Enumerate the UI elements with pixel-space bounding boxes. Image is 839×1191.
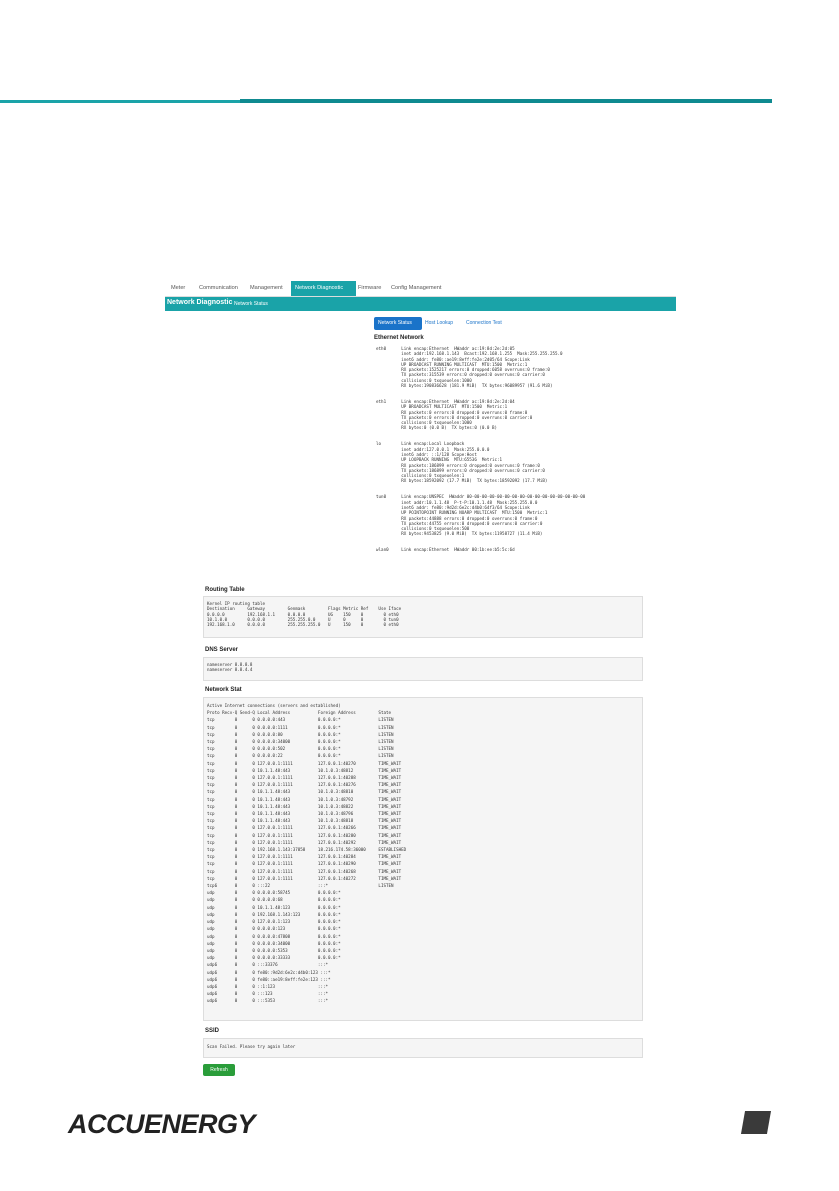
page-number-block — [740, 1111, 772, 1134]
tab-meter[interactable]: Meter — [167, 281, 189, 296]
dns-server-output: nameserver 8.8.8.8 nameserver 8.8.4.4 — [203, 657, 643, 681]
page-subtitle: Network Status — [234, 300, 268, 307]
routing-table-text: Kernel IP routing table Destination Gate… — [207, 601, 402, 628]
page-banner: Network Diagnostic Network Status — [165, 297, 676, 311]
ssid-text: Scan Failed. Please try again later — [207, 1044, 296, 1049]
header-rule-accent — [240, 99, 772, 103]
main-nav-tabs: Meter Communication Management Network D… — [165, 281, 676, 297]
routing-table-output: Kernel IP routing table Destination Gate… — [203, 596, 643, 638]
ethernet-network-output: eth0 Link encap:Ethernet HWaddr ac:19:8d… — [374, 343, 639, 579]
tab-communication[interactable]: Communication — [195, 281, 242, 296]
tab-network-diagnostic[interactable]: Network Diagnostic — [291, 281, 356, 296]
network-stat-heading: Network Stat — [205, 687, 242, 693]
tab-firmware[interactable]: Firmware — [354, 281, 385, 296]
dns-server-heading: DNS Server — [205, 647, 239, 653]
subtab-connection-test[interactable]: Connection Test — [462, 317, 506, 330]
routing-table-heading: Routing Table — [205, 587, 245, 593]
screenshot-frame: Meter Communication Management Network D… — [165, 281, 676, 1077]
network-stat-output: Active Internet connections (servers and… — [203, 697, 643, 1021]
ethernet-network-heading: Ethernet Network — [374, 335, 424, 341]
refresh-button[interactable]: Refresh — [203, 1064, 235, 1076]
subtab-network-status[interactable]: Network Status — [374, 317, 422, 330]
ethernet-network-text: eth0 Link encap:Ethernet HWaddr ac:19:8d… — [376, 346, 586, 553]
accuenergy-logo: ACCUENERGY — [68, 1109, 256, 1139]
ssid-output: Scan Failed. Please try again later — [203, 1038, 643, 1058]
ssid-heading: SSID — [205, 1028, 220, 1034]
tab-config-management[interactable]: Config Management — [387, 281, 445, 296]
tab-management[interactable]: Management — [246, 281, 287, 296]
page-title: Network Diagnostic — [167, 299, 233, 306]
network-stat-text: Active Internet connections (servers and… — [207, 703, 407, 1004]
dns-server-text: nameserver 8.8.8.8 nameserver 8.8.4.4 — [207, 662, 253, 673]
subtab-host-lookup[interactable]: Host Lookup — [421, 317, 457, 330]
